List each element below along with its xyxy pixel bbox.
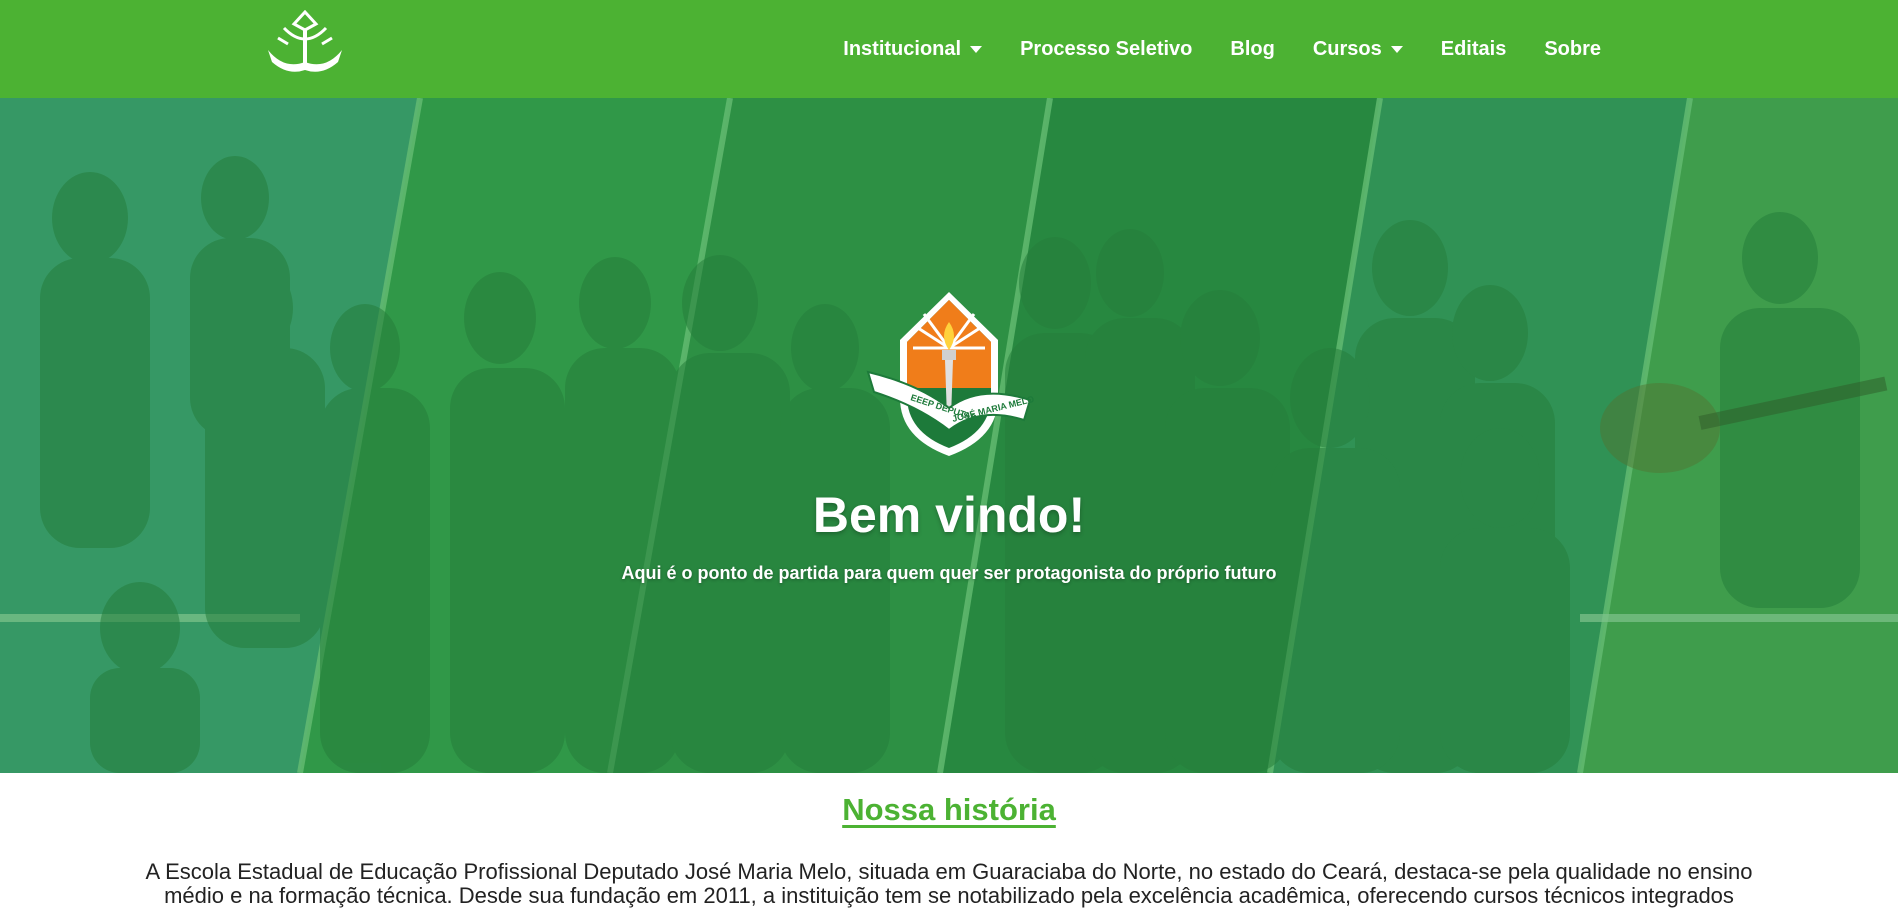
site-header: Institucional Processo Seletivo Blog Cur… — [0, 0, 1898, 98]
chevron-down-icon — [1390, 45, 1403, 53]
nav-editais[interactable]: Editais — [1422, 38, 1526, 61]
nav-sobre[interactable]: Sobre — [1525, 38, 1620, 61]
school-crest-icon: EEEP DEPUTADO JOSÉ MARIA MELO — [866, 292, 1035, 456]
site-logo[interactable] — [264, 9, 346, 80]
hero-banner: EEEP DEPUTADO JOSÉ MARIA MELO Bem vindo!… — [0, 98, 1898, 773]
nav-institucional[interactable]: Institucional — [824, 38, 1001, 61]
nav-cursos[interactable]: Cursos — [1294, 38, 1422, 61]
nav-processo-seletivo[interactable]: Processo Seletivo — [1001, 38, 1211, 61]
nav-label: Institucional — [843, 37, 962, 60]
chevron-down-icon — [970, 45, 983, 53]
nav-label: Blog — [1230, 37, 1275, 60]
school-crest: EEEP DEPUTADO JOSÉ MARIA MELO — [858, 288, 1040, 458]
history-text: A Escola Estadual de Educação Profission… — [145, 859, 1753, 908]
hero-subtitle: Aqui é o ponto de partida para quem quer… — [621, 563, 1277, 583]
nav-label: Editais — [1440, 37, 1507, 60]
school-emblem-icon — [268, 9, 342, 72]
nav-label: Cursos — [1312, 37, 1382, 60]
hero-title: Bem vindo! — [812, 487, 1086, 543]
nav-blog[interactable]: Blog — [1211, 38, 1293, 61]
nav-label: Processo Seletivo — [1020, 37, 1193, 60]
nav-label: Sobre — [1544, 37, 1601, 60]
main-nav: Institucional Processo Seletivo Blog Cur… — [824, 0, 1898, 98]
history-title: Nossa história — [842, 792, 1056, 827]
